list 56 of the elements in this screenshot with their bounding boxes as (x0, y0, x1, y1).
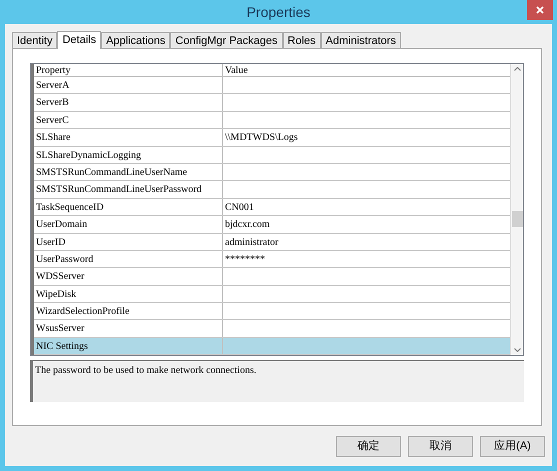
property-name: SLShareDynamicLogging (34, 146, 223, 163)
property-name: SMSTSRunCommandLineUserPassword (34, 181, 223, 198)
property-value: bjdcxr.com (225, 218, 270, 232)
property-name: SMSTSRunCommandLineUserName (34, 164, 223, 180)
tab[interactable]: Details (57, 31, 102, 49)
column-header: Value (224, 64, 249, 76)
grid-row[interactable]: UserDomain bjdcxr.com (34, 216, 510, 234)
scroll-thumb[interactable] (512, 211, 522, 227)
grid-row[interactable]: TaskSequenceID CN001 (34, 198, 510, 216)
grid-row[interactable]: ServerA (34, 77, 510, 94)
grid-row[interactable]: SLShare \\MDTWDS\Logs (34, 129, 510, 147)
grid-row[interactable]: UserPassword ******** (34, 250, 510, 268)
close-icon (536, 6, 544, 14)
grid-row[interactable]: SMSTSRunCommandLineUserName (34, 164, 510, 182)
tab[interactable]: Identity (12, 32, 58, 48)
close-button[interactable] (527, 0, 553, 20)
property-name: WipeDisk (34, 286, 223, 302)
property-value: ******** (225, 252, 265, 267)
window-title: Properties (246, 2, 310, 22)
description-text: The password to be used to make network connections. (35, 365, 256, 376)
grid-row[interactable]: WizardSelectionProfile (34, 303, 510, 320)
grid-row[interactable]: UserID administrator (34, 234, 510, 251)
property-name: WDSServer (34, 268, 223, 285)
property-name: TaskSequenceID (34, 198, 223, 216)
tab[interactable]: Administrators (320, 32, 401, 48)
property-value: administrator (225, 236, 278, 250)
property-name: NIC Settings (34, 338, 223, 354)
tab[interactable]: Applications (101, 32, 170, 48)
grid-row[interactable]: WipeDisk (34, 286, 510, 304)
property-name: ServerA (34, 77, 223, 94)
property-name: UserDomain (34, 216, 223, 233)
dialog-button[interactable]: 取消 (408, 436, 473, 457)
property-value: \\MDTWDS\Logs (225, 131, 298, 146)
property-name: ServerB (34, 94, 223, 111)
property-name: WizardSelectionProfile (34, 303, 223, 320)
grid-row[interactable]: ServerC (34, 112, 510, 130)
property-name: WsusServer (34, 320, 223, 337)
property-name: SLShare (34, 129, 223, 146)
grid-row[interactable]: WsusServer (34, 320, 510, 338)
dialog-button[interactable]: 确定 (336, 436, 401, 457)
dialog-button[interactable]: 应用(A) (480, 436, 545, 457)
property-name: UserID (34, 234, 223, 250)
grid-row[interactable]: SMSTSRunCommandLineUserPassword (34, 181, 510, 199)
property-value: CN001 (225, 200, 254, 215)
grid-row[interactable]: WDSServer (34, 268, 510, 286)
scroll-down-icon[interactable] (514, 348, 520, 352)
tab[interactable]: Roles (282, 32, 321, 48)
tab[interactable]: ConfigMgr Packages (170, 32, 283, 48)
grid-row[interactable]: NIC Settings (34, 338, 510, 356)
scrollbar[interactable] (510, 64, 523, 355)
grid-row[interactable]: ServerB (34, 94, 510, 112)
scroll-up-icon[interactable] (514, 67, 520, 71)
column-header: Property (34, 64, 223, 76)
property-name: UserPassword (34, 250, 223, 268)
property-name: ServerC (34, 112, 223, 128)
grid-row[interactable]: SLShareDynamicLogging (34, 146, 510, 164)
